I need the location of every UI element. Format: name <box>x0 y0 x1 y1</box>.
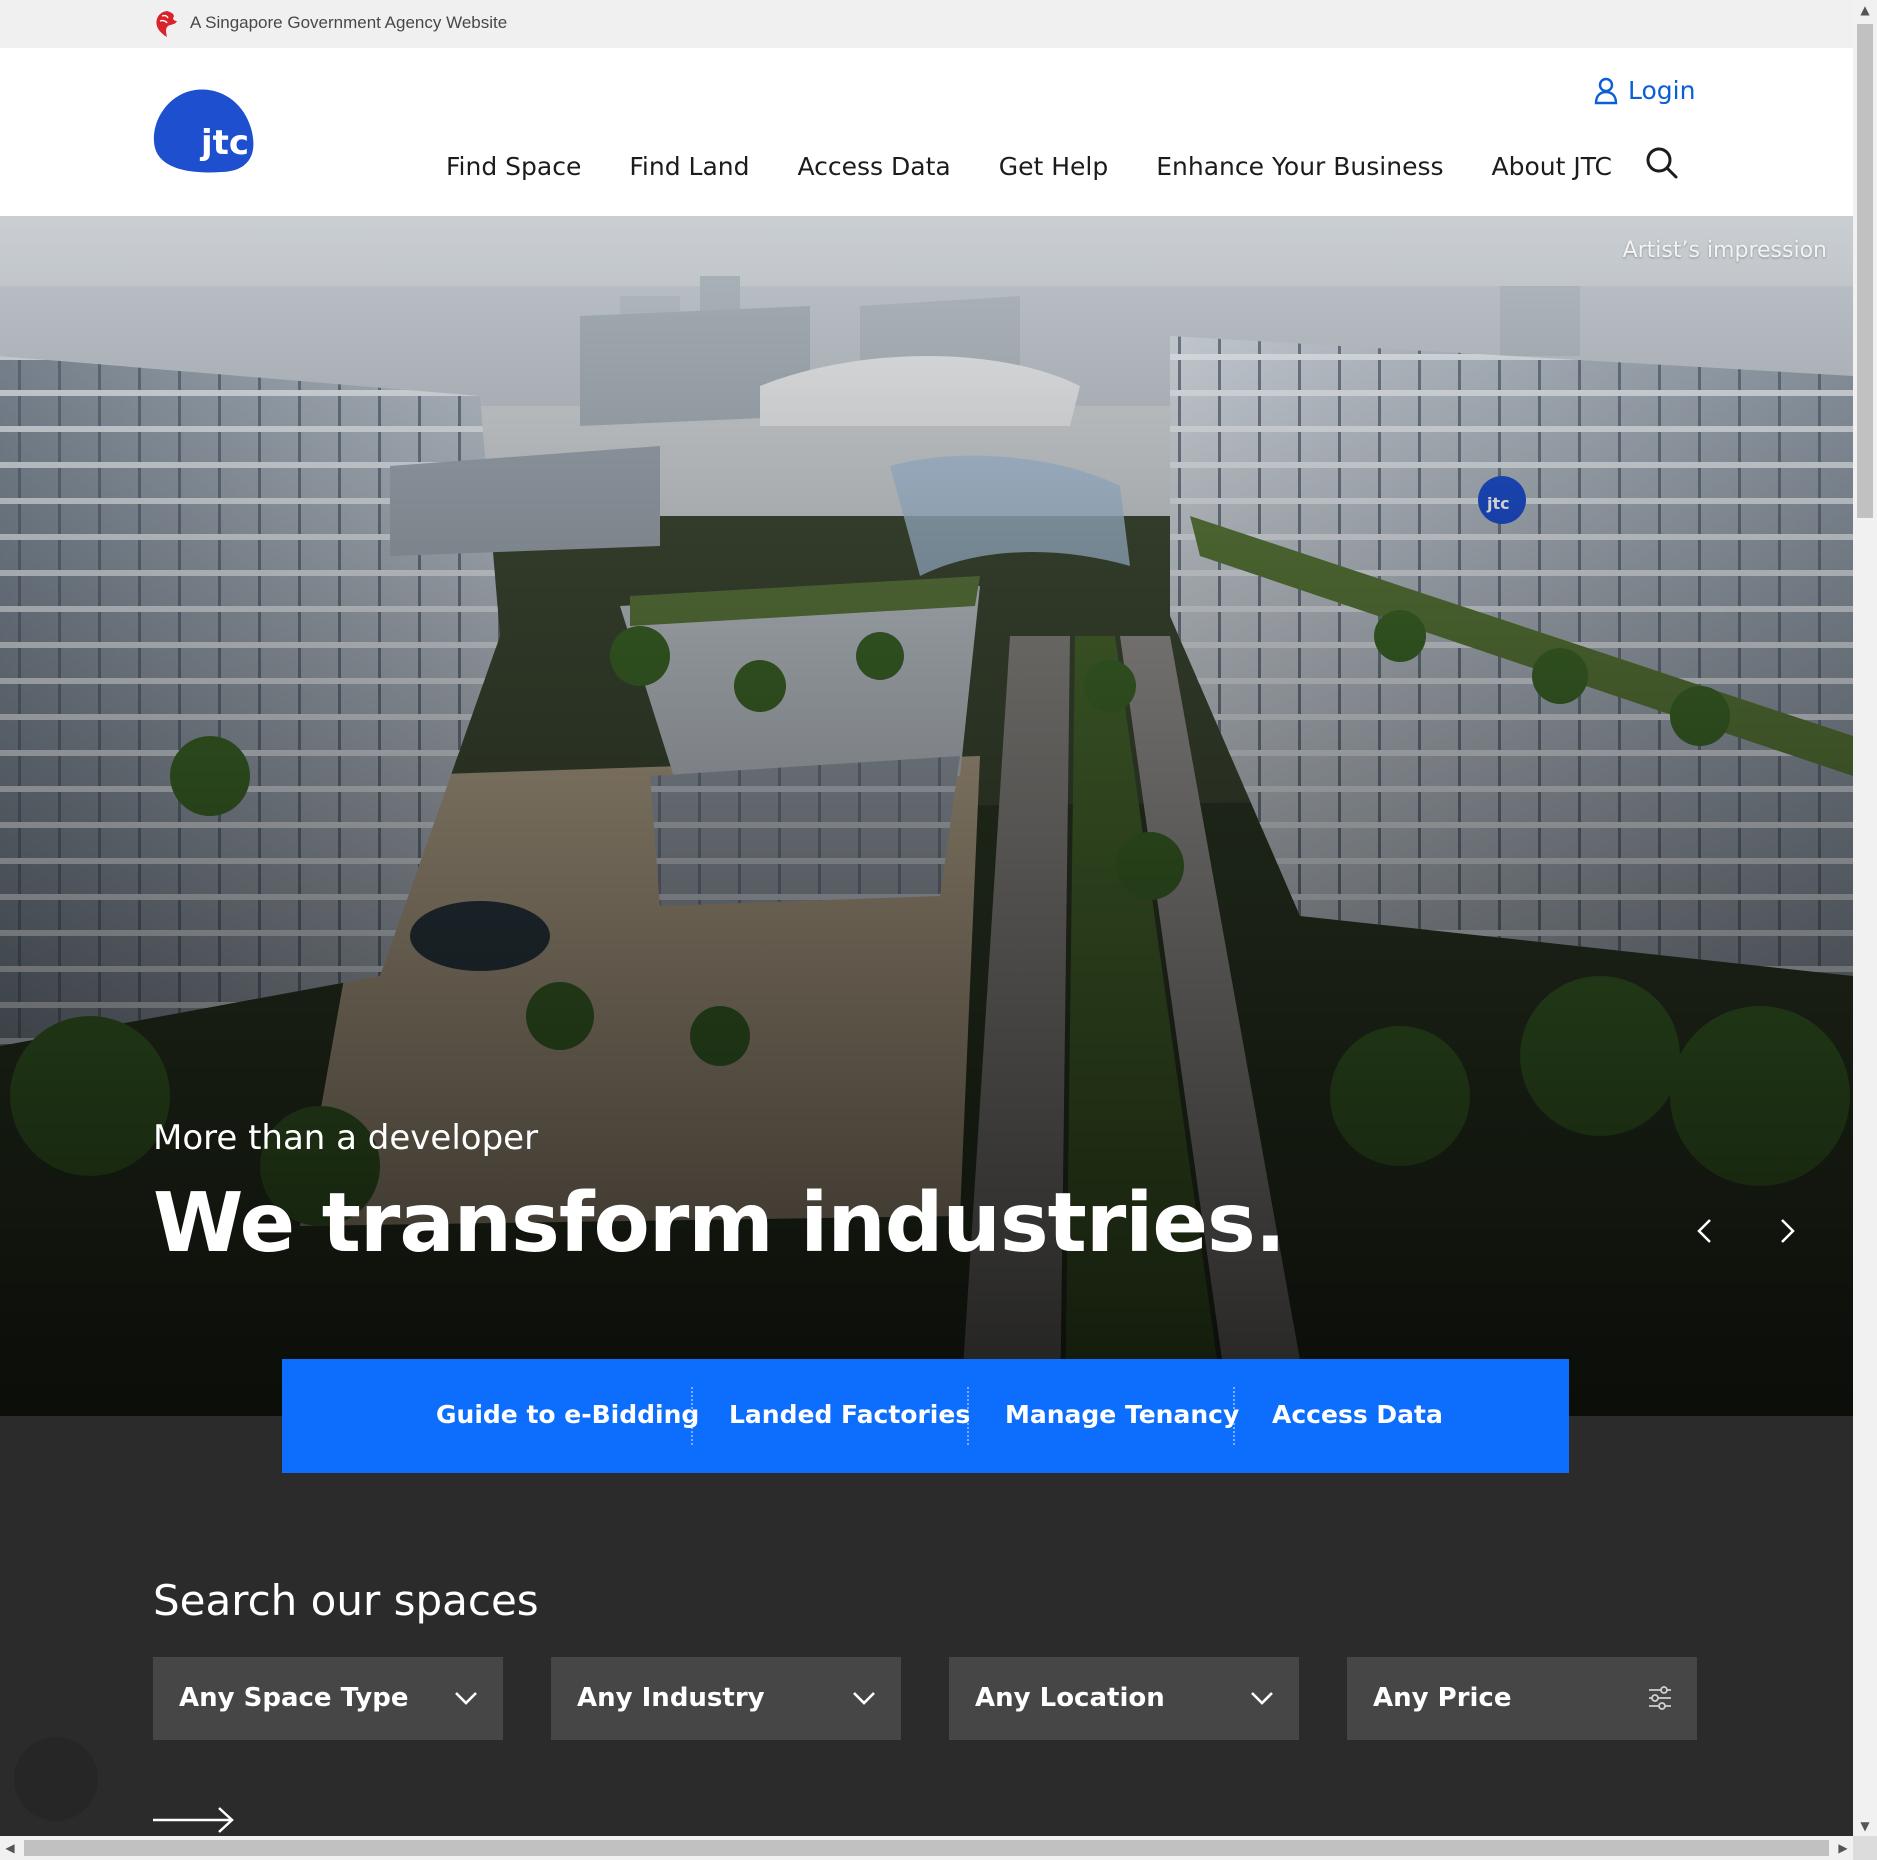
space-type-dropdown[interactable]: Any Space Type <box>153 1657 503 1740</box>
quick-link-divider <box>967 1387 969 1445</box>
search-icon[interactable] <box>1645 146 1679 180</box>
industry-dropdown[interactable]: Any Industry <box>551 1657 901 1740</box>
main-nav: Find Space Find Land Access Data Get Hel… <box>446 152 1660 181</box>
scroll-down-icon[interactable]: ▼ <box>1853 1816 1877 1836</box>
hero-subtitle: More than a developer <box>153 1118 539 1158</box>
nav-access-data[interactable]: Access Data <box>798 152 951 181</box>
horizontal-scroll-thumb[interactable] <box>24 1840 1829 1856</box>
location-label: Any Location <box>975 1683 1165 1713</box>
gov-banner-text: A Singapore Government Agency Website <box>190 13 508 32</box>
scrollbar-corner <box>1853 1836 1877 1860</box>
space-type-label: Any Space Type <box>179 1683 409 1713</box>
chevron-down-icon <box>455 1692 477 1705</box>
scroll-right-icon[interactable]: ▶ <box>1833 1836 1853 1860</box>
quick-link-landed-factories[interactable]: Landed Factories <box>729 1400 970 1429</box>
industry-label: Any Industry <box>577 1683 765 1713</box>
search-section-title: Search our spaces <box>153 1576 539 1625</box>
jtc-logo[interactable]: jtc <box>153 88 255 174</box>
price-label: Any Price <box>1373 1683 1512 1713</box>
quick-link-divider <box>691 1387 693 1445</box>
sliders-icon <box>1649 1686 1671 1710</box>
nav-enhance-your-business[interactable]: Enhance Your Business <box>1156 152 1443 181</box>
quick-link-guide-to-e-bidding[interactable]: Guide to e-Bidding <box>436 1400 699 1429</box>
quick-link-divider <box>1233 1387 1235 1445</box>
chevron-right-icon[interactable] <box>1772 1216 1802 1246</box>
quick-links-bar: Guide to e-Bidding Landed Factories Mana… <box>282 1359 1569 1473</box>
scroll-up-icon[interactable]: ▲ <box>1853 0 1877 20</box>
login-label: Login <box>1628 76 1696 105</box>
nav-find-land[interactable]: Find Land <box>629 152 749 181</box>
location-dropdown[interactable]: Any Location <box>949 1657 1299 1740</box>
chevron-down-icon <box>1251 1692 1273 1705</box>
vertical-scrollbar[interactable]: ▲ ▼ <box>1853 0 1877 1840</box>
nav-find-space[interactable]: Find Space <box>446 152 581 181</box>
user-icon <box>1594 77 1618 104</box>
artist-impression-caption: Artist’s impression <box>1622 238 1827 263</box>
logo-text: jtc <box>199 123 249 163</box>
nav-get-help[interactable]: Get Help <box>999 152 1109 181</box>
nav-about-jtc[interactable]: About JTC <box>1492 152 1613 181</box>
login-button[interactable]: Login <box>1594 76 1695 105</box>
hero-banner: jtc Artist’s impression More than a deve… <box>0 216 1853 1416</box>
horizontal-scrollbar[interactable]: ◀ ▶ <box>0 1836 1853 1860</box>
chat-widget-button[interactable] <box>14 1737 98 1821</box>
hero-title: We transform industries. <box>153 1176 1286 1271</box>
gov-banner: A Singapore Government Agency Website <box>0 0 1853 48</box>
quick-link-manage-tenancy[interactable]: Manage Tenancy <box>1005 1400 1239 1429</box>
arrow-right-icon[interactable] <box>153 1805 235 1835</box>
scroll-left-icon[interactable]: ◀ <box>0 1836 20 1860</box>
quick-link-access-data[interactable]: Access Data <box>1272 1400 1443 1429</box>
lion-head-icon <box>156 11 177 37</box>
price-filter[interactable]: Any Price <box>1347 1657 1697 1740</box>
chevron-left-icon[interactable] <box>1690 1216 1720 1246</box>
chevron-down-icon <box>853 1692 875 1705</box>
site-header: jtc Login Find Space Find Land Access Da… <box>0 48 1853 216</box>
vertical-scroll-thumb[interactable] <box>1857 24 1873 518</box>
